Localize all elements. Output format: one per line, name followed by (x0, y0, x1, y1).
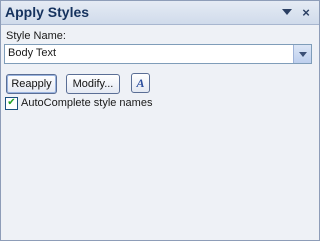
checkmark-icon: ✔ (7, 97, 16, 108)
autocomplete-label[interactable]: AutoComplete style names (21, 97, 152, 109)
apply-styles-pane: Apply Styles × Style Name: Body Text Rea… (0, 0, 320, 241)
style-name-label: Style Name: (6, 30, 66, 42)
style-inspector-button[interactable]: A (131, 73, 150, 93)
modify-button[interactable]: Modify... (66, 74, 120, 94)
pane-header: Apply Styles × (1, 1, 319, 25)
style-inspector-icon: A (136, 76, 145, 90)
style-name-combobox[interactable]: Body Text (4, 44, 312, 64)
close-icon: × (302, 4, 310, 20)
autocomplete-checkbox[interactable]: ✔ (5, 96, 18, 110)
pane-menu-button[interactable] (279, 3, 295, 21)
style-name-input[interactable]: Body Text (8, 47, 56, 59)
close-button[interactable]: × (298, 3, 314, 21)
chevron-down-icon (298, 51, 307, 57)
dropdown-triangle-icon (282, 9, 292, 15)
pane-title: Apply Styles (5, 4, 90, 20)
autocomplete-row: ✔ AutoComplete style names (5, 96, 152, 110)
style-name-dropdown-button[interactable] (293, 45, 311, 63)
reapply-button[interactable]: Reapply (6, 74, 57, 94)
